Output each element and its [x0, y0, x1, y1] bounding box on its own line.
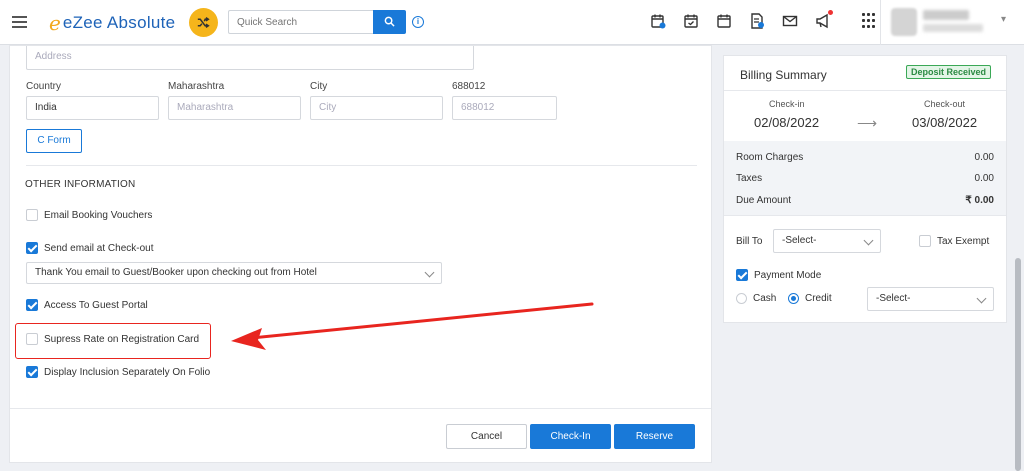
search-button[interactable] — [373, 10, 406, 34]
shuffle-button[interactable] — [189, 8, 218, 37]
guest-portal-label: Access To Guest Portal — [44, 299, 148, 311]
search-icon — [384, 16, 395, 27]
guest-portal-option[interactable]: Access To Guest Portal — [26, 299, 148, 311]
calendar-plus-icon[interactable] — [650, 13, 666, 29]
room-charges-value: 0.00 — [974, 152, 994, 163]
due-amount-label: Due Amount — [736, 195, 792, 206]
footer-divider — [10, 408, 711, 409]
check-out-date: 03/08/2022 — [912, 115, 978, 130]
apps-grid-icon[interactable] — [862, 13, 875, 29]
menu-icon[interactable] — [12, 16, 27, 28]
room-charges-label: Room Charges — [736, 152, 804, 163]
taxes-value: 0.00 — [974, 173, 994, 184]
user-name-blurred — [923, 10, 969, 20]
city-label: City — [310, 81, 328, 92]
reserve-button[interactable]: Reserve — [614, 424, 695, 449]
charges-summary: Room Charges 0.00 Taxes 0.00 Due Amount … — [724, 141, 1006, 215]
reservation-form: Address Country Maharashtra City 688012 … — [9, 45, 712, 463]
bill-to-select[interactable]: -Select- — [773, 229, 881, 253]
search-input[interactable] — [228, 10, 373, 34]
header-icons — [650, 10, 892, 29]
zip-field[interactable]: 688012 — [452, 96, 557, 120]
suppress-rate-checkbox[interactable] — [26, 333, 38, 345]
brand-logo[interactable]: e eZee Absolute — [49, 11, 175, 35]
payment-mode-option[interactable]: Payment Mode — [736, 269, 821, 281]
credit-option[interactable]: Credit — [788, 293, 832, 304]
cancel-button[interactable]: Cancel — [446, 424, 527, 449]
state-label: Maharashtra — [168, 81, 225, 92]
check-out-label: Check-out — [924, 99, 966, 109]
tax-exempt-checkbox[interactable] — [919, 235, 931, 247]
billing-divider-2 — [724, 215, 1006, 216]
tax-exempt-option[interactable]: Tax Exempt — [919, 235, 989, 247]
send-email-option[interactable]: Send email at Check-out — [26, 242, 154, 254]
top-bar: e eZee Absolute i — [0, 0, 1024, 45]
invoice-icon[interactable] — [749, 13, 765, 29]
email-vouchers-option[interactable]: Email Booking Vouchers — [26, 209, 152, 221]
calendar-check-icon[interactable] — [683, 13, 699, 29]
zip-label: 688012 — [452, 81, 486, 92]
arrow-right-icon: ⟶ — [857, 115, 878, 131]
due-amount-value: ₹ 0.00 — [965, 195, 994, 206]
other-information-title: OTHER INFORMATION — [25, 179, 136, 190]
calendar-icon[interactable] — [716, 13, 732, 29]
suppress-rate-option[interactable]: Supress Rate on Registration Card — [26, 333, 199, 345]
notification-dot — [828, 10, 833, 15]
display-inclusion-checkbox[interactable] — [26, 366, 38, 378]
country-label: Country — [26, 81, 62, 92]
payment-type-select[interactable]: -Select- — [867, 287, 994, 311]
send-email-label: Send email at Check-out — [44, 242, 154, 254]
tax-exempt-label: Tax Exempt — [937, 235, 990, 247]
email-template-value: Thank You email to Guest/Booker upon che… — [35, 267, 317, 278]
email-template-select[interactable]: Thank You email to Guest/Booker upon che… — [26, 262, 442, 284]
payment-type-value: -Select- — [876, 293, 911, 304]
c-form-button[interactable]: C Form — [26, 129, 82, 153]
cash-label: Cash — [753, 293, 777, 304]
payment-mode-checkbox[interactable] — [736, 269, 748, 281]
chevron-down-icon — [424, 267, 435, 278]
bill-to-value: -Select- — [782, 235, 817, 246]
city-field[interactable]: City — [310, 96, 443, 120]
credit-label: Credit — [805, 293, 832, 304]
user-menu[interactable]: ▾ — [880, 0, 1024, 45]
cash-option[interactable]: Cash — [736, 293, 776, 304]
shuffle-icon — [197, 17, 210, 28]
display-inclusion-option[interactable]: Display Inclusion Separately On Folio — [26, 366, 210, 378]
announcement-icon[interactable] — [815, 10, 833, 29]
credit-radio[interactable] — [788, 293, 799, 304]
user-role-blurred — [923, 24, 983, 32]
display-inclusion-label: Display Inclusion Separately On Folio — [44, 366, 211, 378]
suppress-rate-label: Supress Rate on Registration Card — [44, 333, 200, 345]
billing-divider — [724, 90, 1006, 91]
country-field[interactable]: India — [26, 96, 159, 120]
billing-summary-title: Billing Summary — [740, 68, 827, 82]
address-field[interactable]: Address — [26, 46, 474, 70]
bill-to-label: Bill To — [736, 236, 763, 247]
info-icon[interactable]: i — [412, 16, 424, 28]
brand-name: eZee Absolute — [62, 13, 176, 32]
logo-mark-icon: e — [49, 11, 61, 35]
email-vouchers-checkbox[interactable] — [26, 209, 38, 221]
mail-icon[interactable] — [782, 13, 798, 29]
check-in-label: Check-in — [769, 99, 805, 109]
send-email-checkbox[interactable] — [26, 242, 38, 254]
chevron-down-icon — [863, 235, 874, 246]
guest-portal-checkbox[interactable] — [26, 299, 38, 311]
section-divider — [26, 165, 697, 166]
status-badge: Deposit Received — [906, 65, 992, 79]
billing-summary-card: Billing Summary Deposit Received Check-i… — [723, 55, 1007, 323]
taxes-label: Taxes — [736, 173, 763, 184]
payment-mode-label: Payment Mode — [754, 269, 822, 281]
state-field[interactable]: Maharashtra — [168, 96, 301, 120]
chevron-down-icon: ▾ — [1001, 14, 1007, 25]
check-in-date: 02/08/2022 — [754, 115, 820, 130]
chevron-down-icon — [976, 293, 987, 304]
check-in-button[interactable]: Check-In — [530, 424, 611, 449]
page-scrollbar[interactable] — [1015, 258, 1021, 471]
email-vouchers-label: Email Booking Vouchers — [44, 209, 153, 221]
cash-radio[interactable] — [736, 293, 747, 304]
avatar — [891, 8, 917, 36]
